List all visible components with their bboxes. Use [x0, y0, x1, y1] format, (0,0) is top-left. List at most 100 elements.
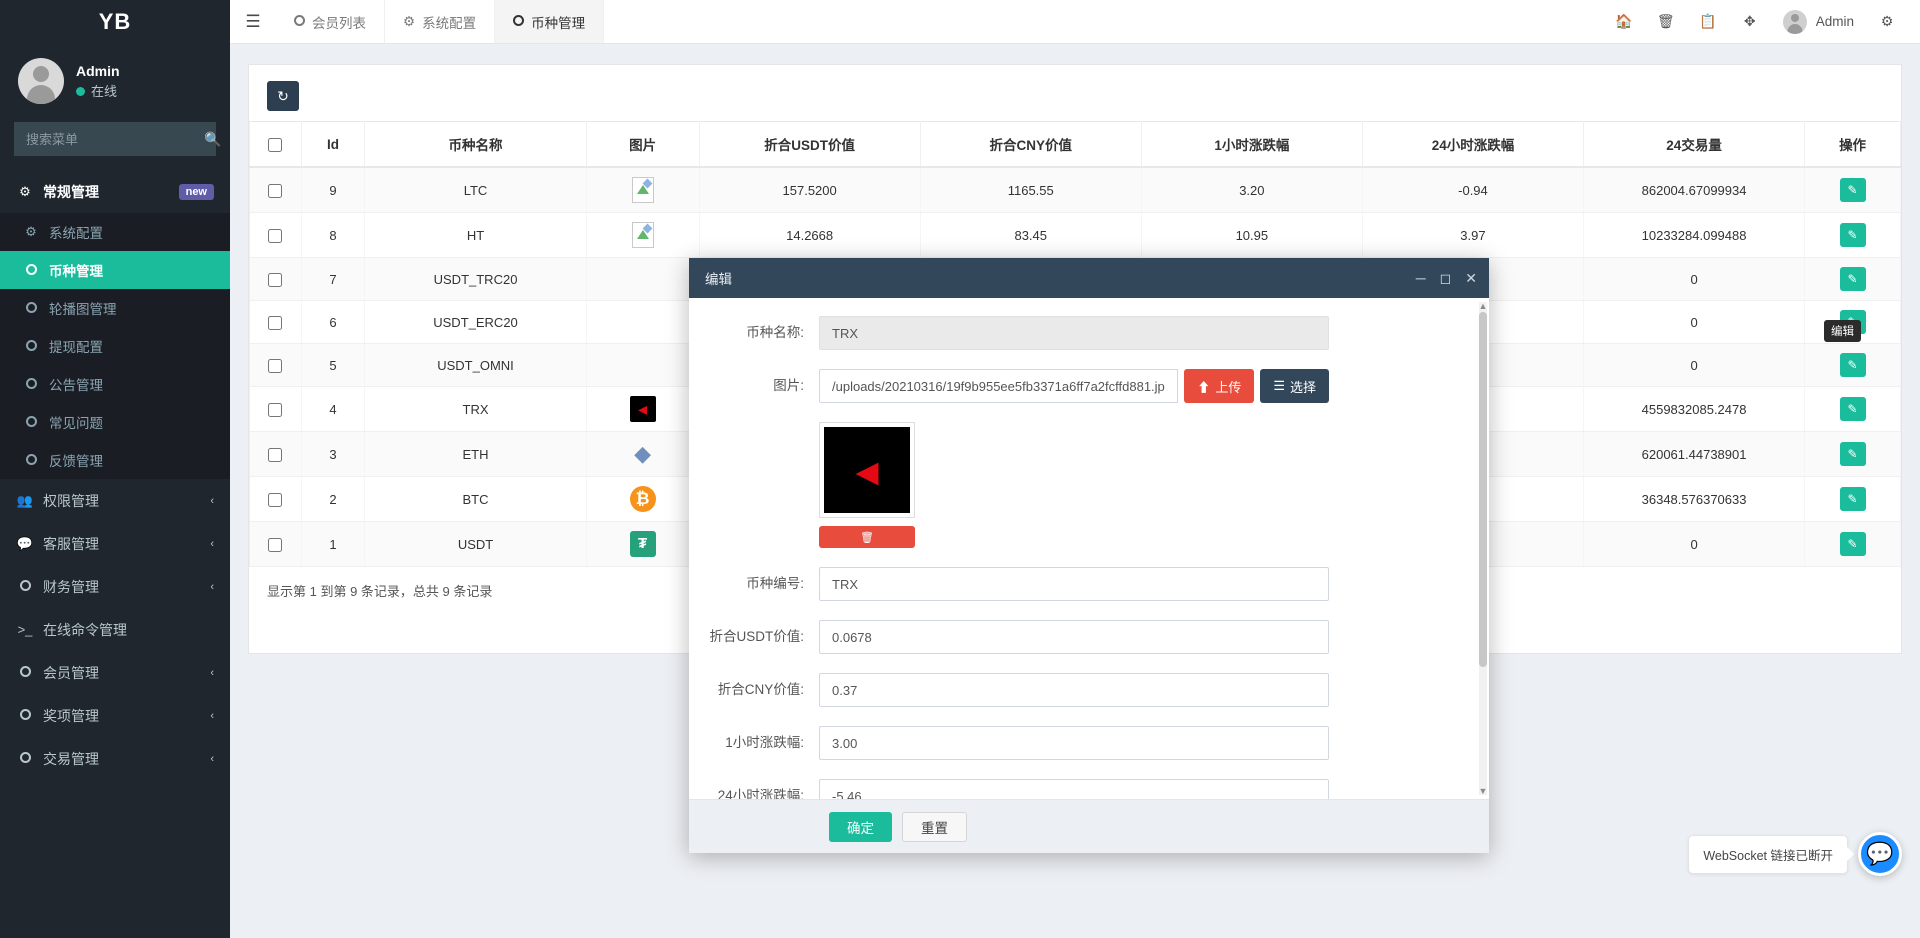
column-id[interactable]: Id: [301, 122, 365, 168]
user-menu[interactable]: Admin: [1771, 10, 1866, 34]
refresh-button[interactable]: ↻: [267, 81, 299, 111]
cell-volume: 620061.44738901: [1584, 432, 1805, 477]
circle-icon: [294, 14, 305, 29]
sidebar-item-label: 公告管理: [49, 374, 214, 394]
sidebar-item-system-config[interactable]: ⚙ 系统配置: [0, 213, 230, 251]
upload-button[interactable]: ⬆ 上传: [1184, 369, 1254, 403]
modal-scrollbar-thumb[interactable]: [1479, 312, 1487, 667]
tab-system-config[interactable]: ⚙ 系统配置: [385, 0, 495, 43]
column-usdt-value[interactable]: 折合USDT价值: [699, 122, 920, 168]
select-button[interactable]: ☰ 选择: [1260, 369, 1329, 403]
sidebar-item-label: 会员管理: [43, 663, 201, 683]
terminal-icon: >_: [16, 622, 34, 637]
row-select-cell: [250, 344, 302, 387]
scroll-down-icon[interactable]: ▼: [1478, 785, 1488, 797]
cell-coin-name: ETH: [365, 432, 586, 477]
sidebar-item-trade[interactable]: 交易管理 ‹: [0, 737, 230, 780]
column-1h-change[interactable]: 1小时涨跌幅: [1141, 122, 1362, 168]
gears-icon[interactable]: ⚙: [1866, 0, 1908, 44]
row-checkbox[interactable]: [268, 316, 282, 330]
delete-image-button[interactable]: 🗑: [819, 526, 915, 548]
search-menu-box[interactable]: 🔍: [14, 122, 216, 156]
tab-member-list[interactable]: 会员列表: [276, 0, 385, 43]
search-icon[interactable]: 🔍: [204, 131, 221, 148]
sidebar-item-award[interactable]: 奖项管理 ‹: [0, 694, 230, 737]
select-all-checkbox[interactable]: [268, 138, 282, 152]
fullscreen-icon[interactable]: ✥: [1729, 0, 1771, 44]
users-icon: 👥: [16, 493, 34, 509]
sidebar-item-support[interactable]: 💬 客服管理 ‹: [0, 522, 230, 565]
sidebar-section-general[interactable]: ⚙ 常规管理 new: [0, 170, 230, 213]
tab-coin-management[interactable]: 币种管理: [495, 0, 604, 43]
image-preview[interactable]: ◂: [819, 422, 915, 518]
column-24h-change[interactable]: 24小时涨跌幅: [1362, 122, 1583, 168]
edit-button[interactable]: ✎: [1840, 442, 1866, 466]
confirm-button[interactable]: 确定: [829, 812, 892, 842]
row-checkbox[interactable]: [268, 359, 282, 373]
sidebar-item-faq[interactable]: 常见问题: [0, 403, 230, 441]
usdt-value-input[interactable]: [819, 620, 1329, 654]
topbar-actions: 🏠 🗑 📋 ✥ Admin ⚙: [1603, 0, 1920, 43]
edit-button[interactable]: ✎: [1840, 223, 1866, 247]
image-path-input[interactable]: [819, 369, 1178, 403]
eth-coin-icon: ◆: [630, 441, 656, 467]
hamburger-icon[interactable]: ☰: [230, 0, 276, 43]
column-image[interactable]: 图片: [586, 122, 699, 168]
cell-image: [586, 213, 699, 258]
field-cny-value: 折合CNY价值:: [689, 673, 1459, 707]
row-checkbox[interactable]: [268, 538, 282, 552]
cell-actions: ✎: [1805, 387, 1901, 432]
column-coin-name[interactable]: 币种名称: [365, 122, 586, 168]
edit-button[interactable]: ✎: [1840, 532, 1866, 556]
sidebar-item-withdraw-config[interactable]: 提现配置: [0, 327, 230, 365]
edit-button[interactable]: ✎: [1840, 267, 1866, 291]
cny-value-input[interactable]: [819, 673, 1329, 707]
chevron-left-icon: ‹: [210, 667, 214, 679]
coin-code-input[interactable]: [819, 567, 1329, 601]
sidebar-item-coin-management[interactable]: 币种管理: [0, 251, 230, 289]
sidebar-item-finance[interactable]: 财务管理 ‹: [0, 565, 230, 608]
row-checkbox[interactable]: [268, 273, 282, 287]
maximize-icon[interactable]: ◻: [1440, 271, 1452, 285]
scroll-up-icon[interactable]: ▲: [1478, 300, 1488, 312]
edit-button[interactable]: ✎: [1840, 487, 1866, 511]
cell-image: [586, 301, 699, 344]
row-checkbox[interactable]: [268, 184, 282, 198]
edit-button[interactable]: ✎: [1840, 353, 1866, 377]
row-checkbox[interactable]: [268, 403, 282, 417]
column-24h-volume[interactable]: 24交易量: [1584, 122, 1805, 168]
home-icon[interactable]: 🏠: [1603, 0, 1645, 44]
sidebar-item-label: 币种管理: [49, 260, 214, 280]
row-checkbox[interactable]: [268, 448, 282, 462]
modal-header[interactable]: 编辑 ─ ◻ ✕: [689, 258, 1489, 298]
sidebar-item-announcement[interactable]: 公告管理: [0, 365, 230, 403]
search-input[interactable]: [24, 131, 204, 148]
online-dot-icon: [76, 87, 85, 96]
sidebar-item-permission[interactable]: 👥 权限管理 ‹: [0, 479, 230, 522]
coin-name-input[interactable]: [819, 316, 1329, 350]
row-checkbox[interactable]: [268, 229, 282, 243]
row-checkbox[interactable]: [268, 493, 282, 507]
sidebar-item-online-command[interactable]: >_ 在线命令管理: [0, 608, 230, 651]
cell-volume: 0: [1584, 522, 1805, 567]
sidebar-item-feedback[interactable]: 反馈管理: [0, 441, 230, 479]
change-1h-input[interactable]: [819, 726, 1329, 760]
reset-button[interactable]: 重置: [902, 812, 967, 842]
chat-icon[interactable]: 💬: [1858, 832, 1902, 876]
change-24h-input[interactable]: [819, 779, 1329, 799]
copy-icon[interactable]: 📋: [1687, 0, 1729, 44]
edit-button[interactable]: ✎: [1840, 178, 1866, 202]
sidebar-section-label: 常规管理: [43, 182, 170, 202]
upload-icon: ⬆: [1197, 377, 1210, 396]
minimize-icon[interactable]: ─: [1416, 271, 1426, 285]
column-cny-value[interactable]: 折合CNY价值: [920, 122, 1141, 168]
brand-logo[interactable]: YB: [0, 0, 230, 44]
sidebar-item-banner-management[interactable]: 轮播图管理: [0, 289, 230, 327]
cell-actions: ✎: [1805, 477, 1901, 522]
circle-icon: [22, 377, 40, 392]
sidebar-item-member[interactable]: 会员管理 ‹: [0, 651, 230, 694]
trash-icon[interactable]: 🗑: [1645, 0, 1687, 44]
edit-button[interactable]: ✎: [1840, 397, 1866, 421]
close-icon[interactable]: ✕: [1465, 271, 1477, 285]
trx-coin-icon: ◂: [630, 396, 656, 422]
